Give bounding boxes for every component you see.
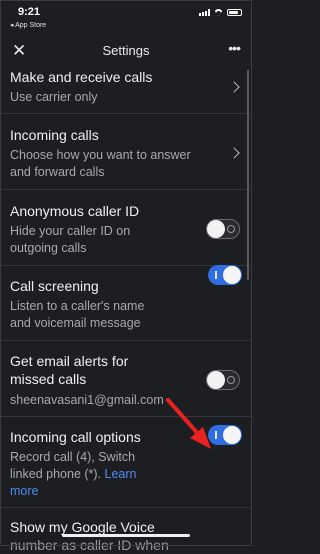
annotation-arrow <box>166 398 211 449</box>
home-indicator <box>62 534 190 537</box>
